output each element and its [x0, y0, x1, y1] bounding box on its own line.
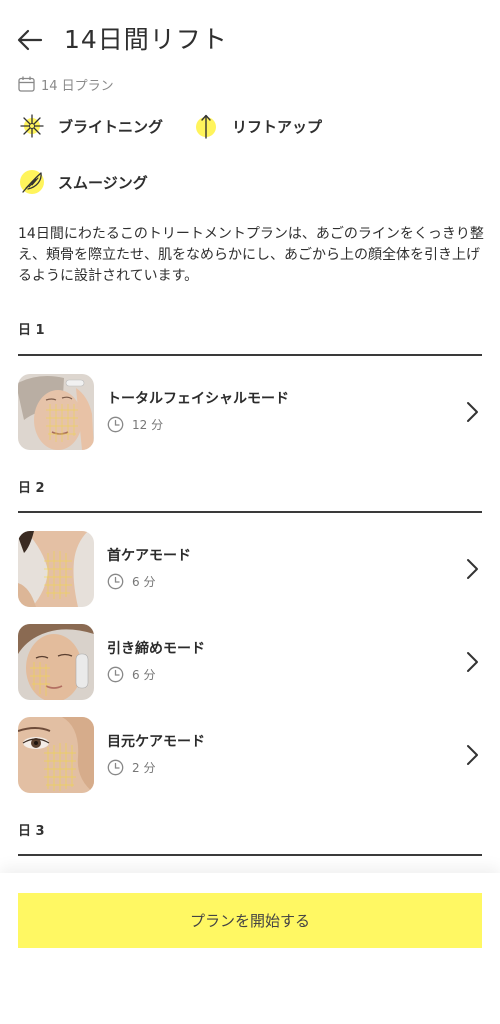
- session-firming[interactable]: 引き締めモード 6 分: [18, 624, 482, 700]
- duration-label: 6 分: [132, 575, 156, 589]
- session-title: 引き締めモード: [107, 641, 205, 657]
- benefit-smoothing: スムージング: [18, 166, 148, 198]
- session-title: トータルフェイシャルモード: [107, 391, 289, 407]
- calendar-icon: [18, 76, 35, 92]
- divider: [18, 511, 482, 513]
- session-duration: 12 分: [107, 416, 163, 433]
- session-title: 首ケアモード: [107, 548, 191, 564]
- clock-icon: [107, 759, 124, 776]
- benefit-brightening: ブライトニング: [18, 110, 163, 142]
- benefit-label: ブライトニング: [58, 117, 164, 136]
- day-label: 日 3: [18, 824, 45, 839]
- session-thumbnail: [18, 717, 94, 793]
- sparkle-icon: [18, 112, 46, 140]
- session-total-facial[interactable]: トータルフェイシャルモード 12 分: [18, 374, 482, 450]
- session-thumbnail: [18, 374, 94, 450]
- clock-icon: [107, 573, 124, 590]
- duration-label: 6 分: [132, 668, 156, 682]
- chevron-right-icon: [467, 652, 478, 672]
- plan-meta: 14 日プラン: [18, 74, 114, 94]
- arrow-left-icon: [17, 29, 43, 51]
- plan-duration-label: 14 日プラン: [41, 78, 114, 94]
- chevron-right-icon: [467, 559, 478, 579]
- benefit-label: スムージング: [58, 173, 148, 192]
- session-title: 目元ケアモード: [107, 734, 205, 750]
- session-neck-care[interactable]: 首ケアモード 6 分: [18, 531, 482, 607]
- day-label: 日 2: [18, 481, 45, 496]
- session-eye-care[interactable]: 目元ケアモード 2 分: [18, 717, 482, 793]
- session-duration: 6 分: [107, 666, 155, 683]
- day-label: 日 1: [18, 323, 45, 338]
- arrow-up-icon: [192, 112, 220, 140]
- feather-icon: [18, 168, 46, 196]
- divider: [18, 854, 482, 856]
- page-title: 14日間リフト: [64, 25, 228, 54]
- plan-description: 14日間にわたるこのトリートメントプランは、あごのラインをくっきり整え、頬骨を際…: [18, 226, 484, 284]
- bottom-action-bar: プランを開始する: [0, 873, 500, 1024]
- benefit-liftup: リフトアップ: [192, 110, 322, 142]
- session-duration: 6 分: [107, 573, 155, 590]
- benefit-label: リフトアップ: [232, 117, 323, 136]
- duration-label: 12 分: [132, 418, 164, 432]
- clock-icon: [107, 666, 124, 683]
- session-thumbnail: [18, 531, 94, 607]
- chevron-right-icon: [467, 402, 478, 422]
- divider: [18, 354, 482, 356]
- duration-label: 2 分: [132, 761, 156, 775]
- header: 14日間リフト: [0, 0, 500, 76]
- clock-icon: [107, 416, 124, 433]
- start-plan-button[interactable]: プランを開始する: [18, 893, 482, 948]
- chevron-right-icon: [467, 745, 478, 765]
- session-duration: 2 分: [107, 759, 155, 776]
- back-button[interactable]: [14, 24, 46, 56]
- session-thumbnail: [18, 624, 94, 700]
